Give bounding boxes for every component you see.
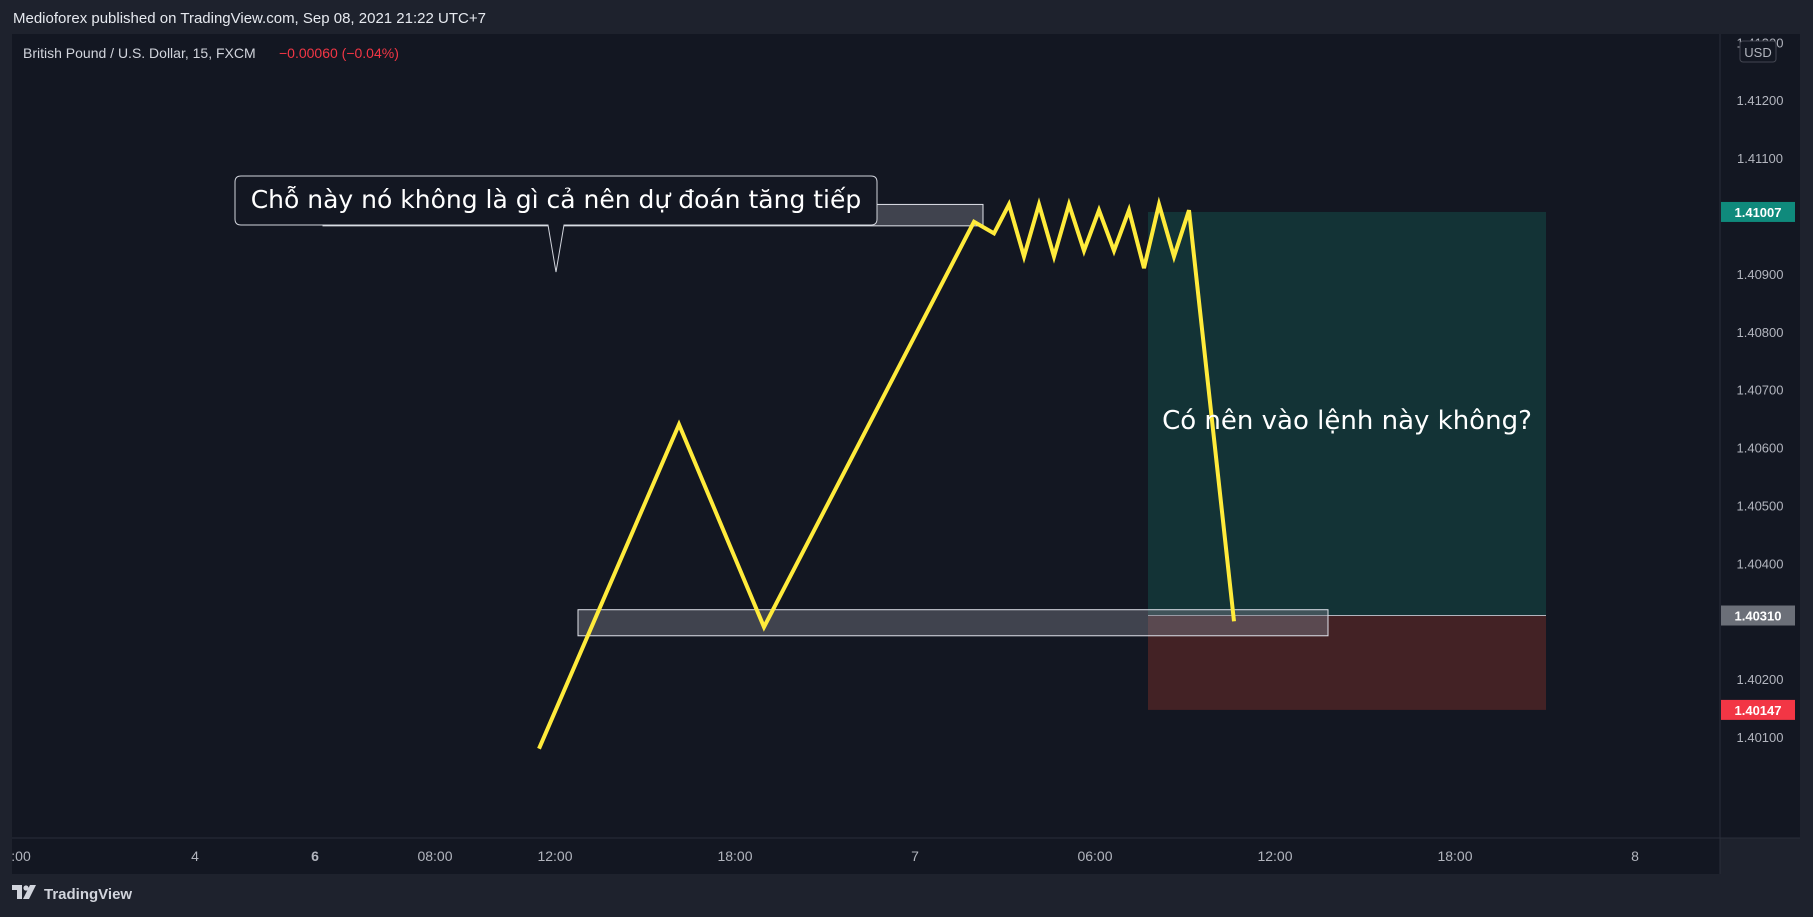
y-tick-label: 1.40200 [1737,672,1784,687]
y-tick-label: 1.41200 [1737,93,1784,108]
x-tick-label: 6 [311,848,319,864]
x-tick-label: 12:00 [537,848,572,864]
currency-label: USD [1744,45,1771,60]
tradingview-footer[interactable]: TradingView [12,884,132,904]
x-tick-label: 18:00 [717,848,752,864]
price-chart[interactable]: Chỗ này nó không là gì cả nên dự đoán tă… [0,0,1813,917]
price-change: −0.00060 (−0.04%) [279,45,399,61]
y-tick-label: 1.41100 [1737,151,1783,166]
x-tick-label: 7 [911,848,919,864]
callout-text: Chỗ này nó không là gì cả nên dự đoán tă… [251,185,862,214]
target-price-label: 1.41007 [1735,205,1782,220]
entry-price-label: 1.40310 [1735,609,1782,624]
x-tick-label: 06:00 [1077,848,1112,864]
y-tick-label: 1.40400 [1737,556,1784,571]
y-tick-label: 1.40800 [1737,325,1784,340]
stop-price-label: 1.40147 [1735,703,1782,718]
x-tick-label: 4 [191,848,199,864]
support-zone[interactable] [577,609,1329,637]
x-tick-label: 08:00 [417,848,452,864]
y-tick-label: 1.40100 [1737,730,1784,745]
tradingview-brand: TradingView [44,885,133,903]
x-tick-label: 12:00 [1257,848,1292,864]
tradingview-logo-icon [12,884,38,904]
y-tick-label: 1.40700 [1737,383,1784,398]
question-text: Có nên vào lệnh này không? [1162,406,1532,436]
x-tick-label: 18:00 [1437,848,1472,864]
symbol-legend: British Pound / U.S. Dollar, 15, FXCM [23,45,256,61]
y-tick-label: 1.40900 [1737,267,1784,282]
x-tick-label: 8 [1631,848,1639,864]
y-tick-label: 1.40500 [1737,499,1784,514]
x-tick-label: :00 [11,848,31,864]
y-tick-label: 1.40600 [1737,441,1784,456]
